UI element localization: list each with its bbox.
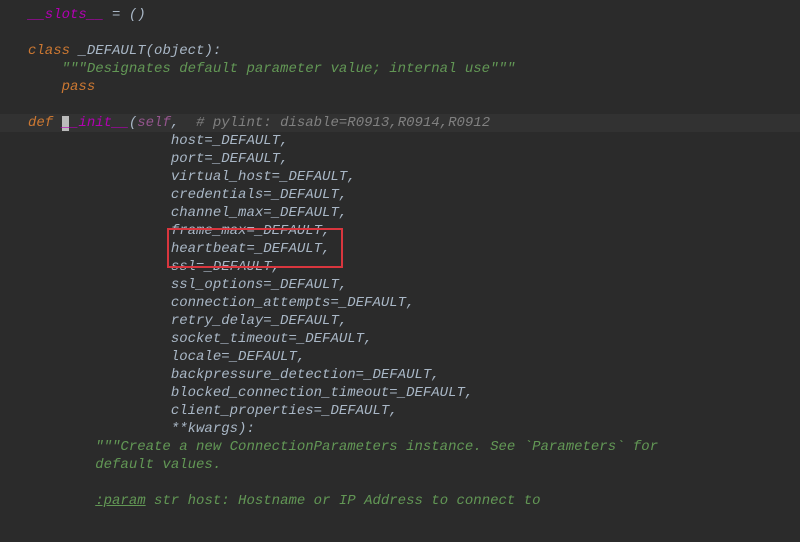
docstring: default values. <box>95 457 221 473</box>
self-comma: , <box>171 115 196 131</box>
param-line: host=_DEFAULT, <box>28 132 800 150</box>
param-line: virtual_host=_DEFAULT, <box>28 168 800 186</box>
code-line: __slots__ = () <box>28 6 800 24</box>
docstring: """Create a new ConnectionParameters ins… <box>95 439 658 455</box>
pass-keyword: pass <box>62 79 96 95</box>
def-keyword: def <box>28 115 62 131</box>
param-line: credentials=_DEFAULT, <box>28 186 800 204</box>
param-line: client_properties=_DEFAULT, <box>28 402 800 420</box>
param-desc: str host: Hostname or IP Address to conn… <box>146 493 541 509</box>
param-line: blocked_connection_timeout=_DEFAULT, <box>28 384 800 402</box>
code-line-current: def __init__(self, # pylint: disable=R09… <box>28 114 800 132</box>
init-dunder: __init__ <box>62 115 129 131</box>
param-line: port=_DEFAULT, <box>28 150 800 168</box>
blank-line <box>28 474 800 492</box>
code-line: """Create a new ConnectionParameters ins… <box>28 438 800 456</box>
code-editor[interactable]: __slots__ = () class _DEFAULT(object): "… <box>28 6 800 510</box>
kwargs-close: **kwargs): <box>171 421 255 437</box>
param-line: backpressure_detection=_DEFAULT, <box>28 366 800 384</box>
docstring: """Designates default parameter value; i… <box>62 61 516 77</box>
param-line: ssl_options=_DEFAULT, <box>28 276 800 294</box>
param-line: heartbeat=_DEFAULT, <box>28 240 800 258</box>
class-keyword: class <box>28 43 78 59</box>
param-line: locale=_DEFAULT, <box>28 348 800 366</box>
param-line: ssl=_DEFAULT, <box>28 258 800 276</box>
class-base: (object): <box>146 43 222 59</box>
blank-line <box>28 24 800 42</box>
param-line: **kwargs): <box>28 420 800 438</box>
class-name: _DEFAULT <box>78 43 145 59</box>
param-line: channel_max=_DEFAULT, <box>28 204 800 222</box>
self-param: self <box>137 115 171 131</box>
blank-line <box>28 96 800 114</box>
code-line: """Designates default parameter value; i… <box>28 60 800 78</box>
param-line: retry_delay=_DEFAULT, <box>28 312 800 330</box>
param-line: connection_attempts=_DEFAULT, <box>28 294 800 312</box>
open-paren: ( <box>129 115 137 131</box>
code-line: class _DEFAULT(object): <box>28 42 800 60</box>
slots-dunder: __slots__ <box>28 7 104 23</box>
param-line: socket_timeout=_DEFAULT, <box>28 330 800 348</box>
code-line: pass <box>28 78 800 96</box>
pylint-comment: # pylint: disable=R0913,R0914,R0912 <box>196 115 490 131</box>
param-tag: :param <box>95 493 145 509</box>
code-line: :param str host: Hostname or IP Address … <box>28 492 800 510</box>
slots-rest: = () <box>104 7 146 23</box>
code-line: default values. <box>28 456 800 474</box>
param-line: frame_max=_DEFAULT, <box>28 222 800 240</box>
